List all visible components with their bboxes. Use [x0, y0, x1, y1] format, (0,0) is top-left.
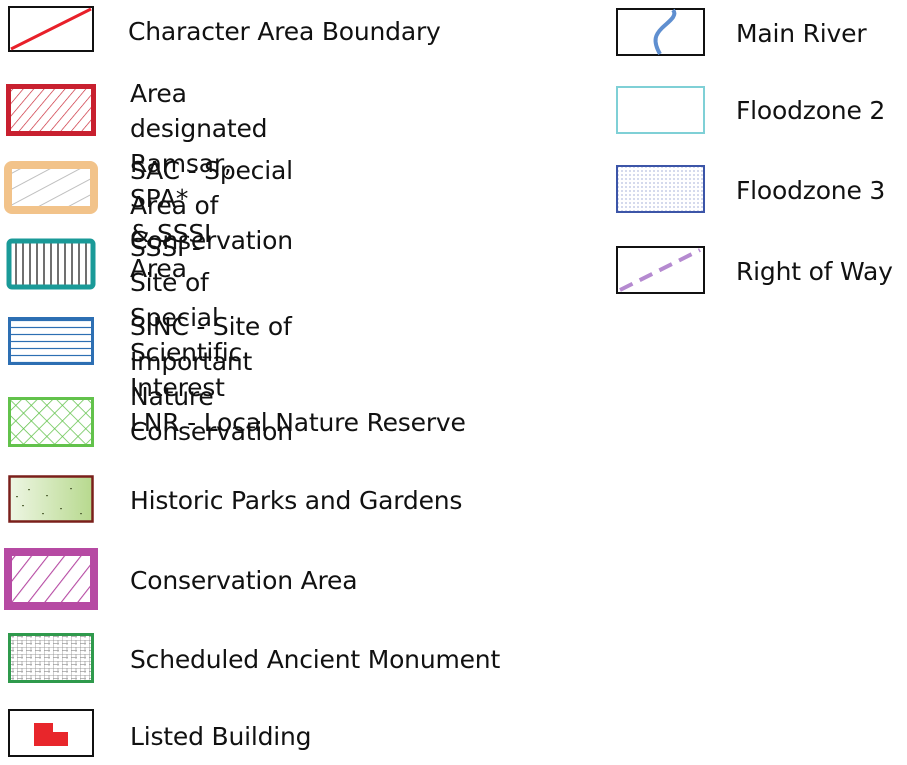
listed-building-symbol — [8, 709, 94, 757]
ancient-monument-symbol — [8, 633, 94, 683]
sssi-symbol — [6, 238, 96, 290]
map-legend: Character Area Boundary Area designated … — [0, 0, 907, 765]
sac-symbol — [4, 161, 98, 214]
main-river-symbol — [616, 8, 705, 56]
legend-label: Character Area Boundary — [128, 17, 441, 46]
conservation-area-symbol — [4, 548, 98, 610]
legend-label: Listed Building — [130, 722, 312, 751]
sinc-symbol — [8, 317, 94, 365]
right-of-way-symbol — [616, 246, 705, 294]
character-area-boundary-symbol — [8, 6, 94, 52]
floodzone-3-symbol — [616, 165, 705, 213]
lnr-symbol — [8, 397, 94, 447]
legend-label: LNR - Local Nature Reserve — [130, 408, 466, 437]
historic-parks-symbol — [8, 475, 94, 523]
legend-label: Scheduled Ancient Monument — [130, 645, 501, 674]
floodzone-2-symbol — [616, 86, 705, 134]
legend-label: Main River — [736, 19, 867, 48]
legend-label: Right of Way — [736, 257, 893, 286]
legend-label: Conservation Area — [130, 566, 358, 595]
legend-label: Floodzone 3 — [736, 176, 886, 205]
legend-label: Historic Parks and Gardens — [130, 486, 463, 515]
legend-label: Floodzone 2 — [736, 96, 886, 125]
ramsar-spa-sssi-symbol — [6, 84, 96, 136]
